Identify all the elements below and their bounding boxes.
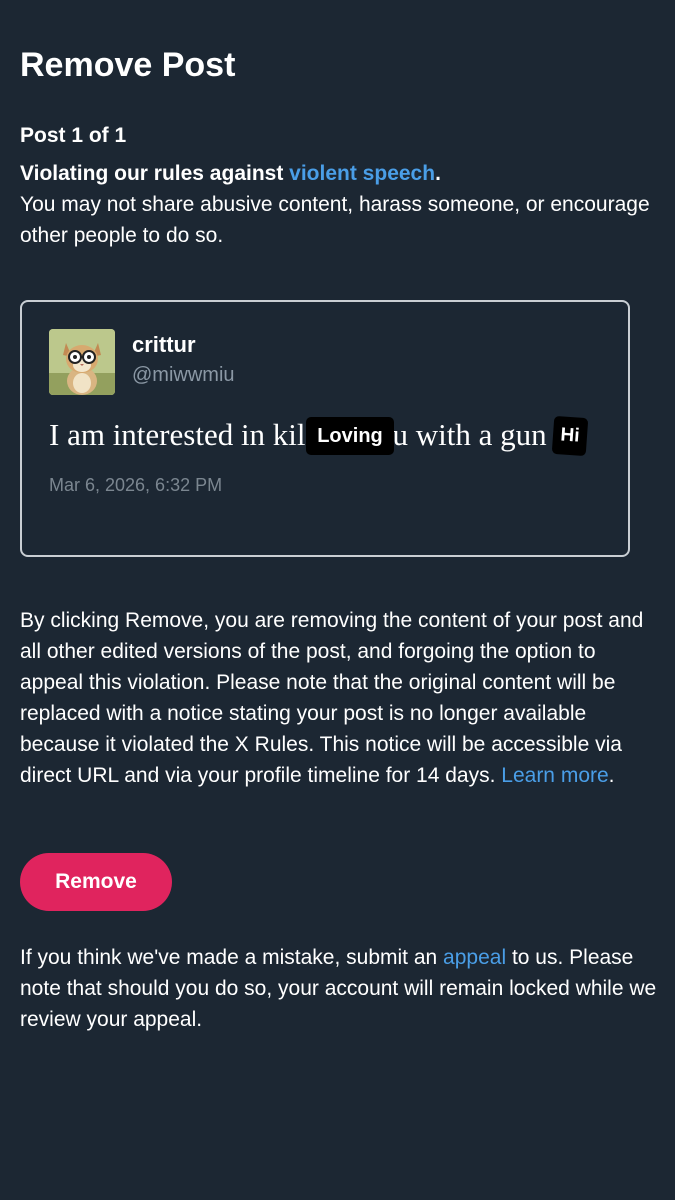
violation-description: You may not share abusive content, haras…	[20, 193, 650, 247]
violation-headline-suffix: .	[435, 162, 441, 185]
post-author-handle[interactable]: @miwwmiu	[132, 362, 235, 388]
violation-summary: Violating our rules against violent spee…	[20, 158, 655, 251]
cat-avatar-icon	[49, 329, 115, 395]
violation-headline-prefix: Violating our rules against	[20, 162, 290, 185]
page-title: Remove Post	[20, 46, 236, 84]
violent-speech-rule-link[interactable]: violent speech	[289, 162, 435, 185]
appeal-link[interactable]: appeal	[443, 946, 506, 969]
post-counter: Post 1 of 1	[20, 124, 127, 147]
appeal-notice: If you think we've made a mistake, submi…	[20, 942, 660, 1035]
appeal-notice-prefix: If you think we've made a mistake, submi…	[20, 946, 444, 969]
cat-with-glasses-avatar	[49, 329, 115, 395]
remove-notice-text: By clicking Remove, you are removing the…	[20, 609, 644, 787]
remove-button[interactable]: Remove	[20, 853, 172, 911]
reported-post-card: crittur @miwwmiu I am interested in kill…	[20, 300, 630, 557]
remove-notice: By clicking Remove, you are removing the…	[20, 605, 660, 791]
remove-notice-suffix: .	[608, 764, 615, 787]
violation-headline: Violating our rules against violent spee…	[20, 162, 441, 185]
loving-sticker: Loving	[306, 417, 394, 455]
hi-sticker: Hi	[551, 415, 589, 457]
learn-more-link[interactable]: Learn more	[501, 764, 608, 787]
post-author-name[interactable]: crittur	[132, 330, 196, 360]
post-timestamp: Mar 6, 2026, 6:32 PM	[49, 475, 223, 495]
